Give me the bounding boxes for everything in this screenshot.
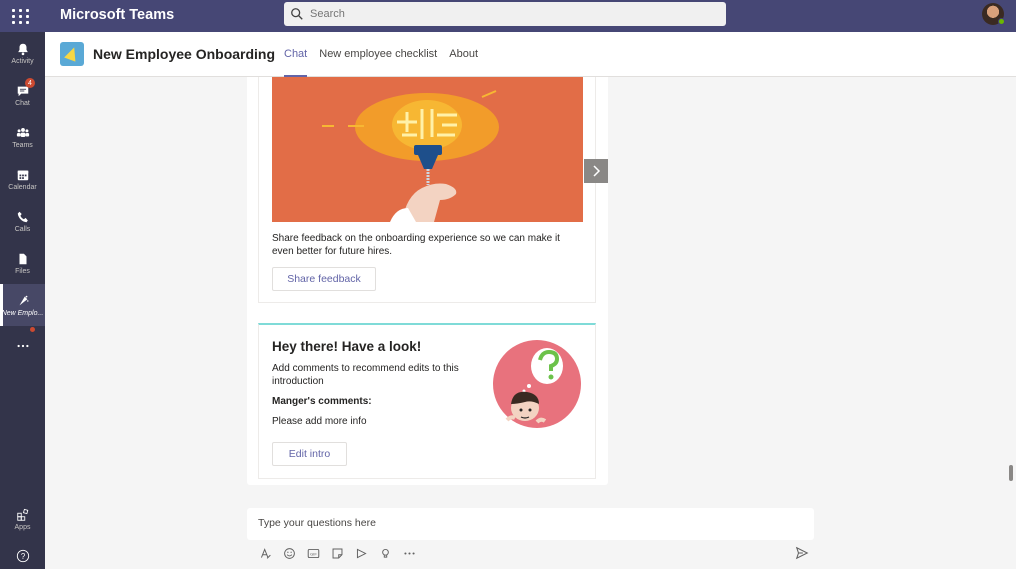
rail-item-label: Activity <box>11 57 34 65</box>
onboarding-app-icon <box>19 295 29 305</box>
rail-item-label: Teams <box>12 141 33 149</box>
feedback-card: Share feedback on the onboarding experie… <box>258 77 608 303</box>
app-launcher-icon[interactable] <box>10 6 30 26</box>
emoji-button[interactable] <box>281 545 297 561</box>
praise-button[interactable] <box>377 545 393 561</box>
compose-box[interactable] <box>247 508 814 540</box>
tab-chat[interactable]: Chat <box>278 32 313 77</box>
file-icon <box>19 253 26 264</box>
tab-about[interactable]: About <box>443 32 484 77</box>
search-icon <box>291 8 303 20</box>
lightbulb-icon <box>381 548 389 558</box>
more-icon <box>16 344 29 348</box>
left-rail: Activity Chat 4 Teams Calendar Calls Fil… <box>0 32 45 569</box>
unread-count-badge: 4 <box>25 78 35 88</box>
rail-item-label: Chat <box>15 99 30 107</box>
rail-item-more[interactable] <box>0 326 45 368</box>
question-illustration <box>493 340 581 428</box>
bell-icon <box>17 43 28 55</box>
scrollbar[interactable] <box>1007 77 1016 569</box>
rail-item-activity[interactable]: Activity <box>0 32 45 74</box>
more-icon <box>403 551 415 555</box>
carousel-next-button[interactable] <box>584 159 608 183</box>
calendar-icon <box>17 170 28 180</box>
rail-item-teams[interactable]: Teams <box>0 116 45 158</box>
rail-item-label: New Emplo... <box>1 309 44 317</box>
gif-button[interactable]: GIF <box>305 545 321 561</box>
message-input[interactable] <box>258 517 798 529</box>
rail-item-help[interactable]: ? <box>0 536 45 569</box>
apps-icon <box>16 508 28 521</box>
teams-icon <box>16 127 29 137</box>
onboarding-app-icon <box>60 42 84 66</box>
intro-card-subtitle: Add comments to recommend edits to this … <box>272 363 459 387</box>
edit-intro-button[interactable]: Edit intro <box>272 442 347 466</box>
intro-card-title: Hey there! Have a look! <box>272 339 422 354</box>
notification-dot <box>30 327 35 332</box>
presence-available-badge <box>998 18 1005 25</box>
send-icon <box>795 546 809 560</box>
tab-bar: Chat New employee checklist About <box>278 32 484 77</box>
meet-now-icon <box>356 548 367 558</box>
svg-text:GIF: GIF <box>310 551 317 556</box>
rail-item-label: Files <box>15 267 30 275</box>
app-title: Microsoft Teams <box>60 7 175 23</box>
comments-label: Manger's comments: <box>272 396 372 407</box>
help-icon: ? <box>16 549 29 563</box>
channel-header: New Employee Onboarding Chat New employe… <box>45 32 1016 77</box>
rail-item-new-employee-onboarding[interactable]: New Emplo... <box>0 284 45 326</box>
rail-item-label: Calendar <box>8 183 37 191</box>
emoji-icon <box>283 547 295 559</box>
share-feedback-button[interactable]: Share feedback <box>272 267 376 291</box>
scrollbar-thumb[interactable] <box>1009 465 1013 481</box>
top-bar: Microsoft Teams <box>0 0 1016 32</box>
svg-text:?: ? <box>20 552 25 561</box>
intro-card: Hey there! Have a look! Add comments to … <box>258 323 596 479</box>
channel-title: New Employee Onboarding <box>93 46 276 62</box>
chevron-right-icon <box>593 165 601 177</box>
comments-value: Please add more info <box>272 416 367 427</box>
feedback-text: Share feedback on the onboarding experie… <box>272 233 560 257</box>
format-icon <box>260 547 271 559</box>
sticker-icon <box>332 548 342 558</box>
rail-item-chat[interactable]: Chat 4 <box>0 74 45 116</box>
hero-image <box>272 77 583 222</box>
format-button[interactable] <box>257 545 273 561</box>
rail-item-calls[interactable]: Calls <box>0 200 45 242</box>
phone-icon <box>17 211 28 222</box>
bot-message: Share feedback on the onboarding experie… <box>247 77 608 485</box>
tab-new-employee-checklist[interactable]: New employee checklist <box>313 32 443 77</box>
more-options-button[interactable] <box>401 545 417 561</box>
search-box[interactable] <box>284 2 726 26</box>
send-button[interactable] <box>795 546 809 560</box>
rail-item-label: Apps <box>14 523 31 531</box>
compose-toolbar: GIF <box>257 545 425 561</box>
meet-now-button[interactable] <box>353 545 369 561</box>
rail-item-apps[interactable]: Apps <box>0 498 45 540</box>
search-input[interactable] <box>310 8 710 20</box>
gif-icon: GIF <box>307 548 319 558</box>
rail-item-label: Calls <box>14 225 31 233</box>
sticker-button[interactable] <box>329 545 345 561</box>
rail-item-files[interactable]: Files <box>0 242 45 284</box>
rail-item-calendar[interactable]: Calendar <box>0 158 45 200</box>
